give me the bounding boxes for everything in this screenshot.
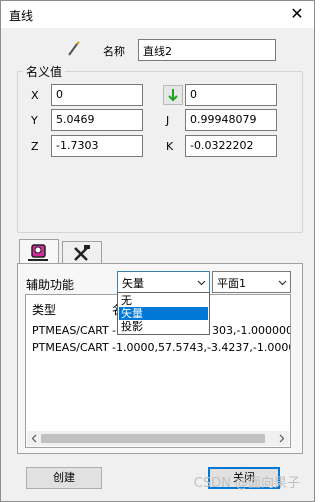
window-title: 直线 — [9, 9, 34, 23]
close-icon[interactable]: ✕ — [288, 5, 306, 23]
aux-label: 辅助功能 — [26, 278, 75, 292]
aux-combo-value: 矢量 — [122, 277, 144, 290]
chevron-down-icon — [197, 280, 206, 286]
pencil-icon[interactable] — [64, 39, 84, 59]
j-field[interactable]: 0.99948079 — [185, 109, 277, 131]
column-header-type: 类型 — [32, 303, 57, 317]
x-label: X — [31, 89, 39, 102]
watermark: CSDN @面向果子 — [193, 476, 300, 491]
dropdown-option-vector[interactable]: 矢量 — [119, 307, 208, 320]
name-label: 名称 — [103, 45, 125, 58]
z-label: Z — [31, 140, 39, 153]
row-value[interactable]: 303,-1.0000000 — [212, 324, 290, 337]
i-field[interactable]: 0 — [185, 84, 277, 106]
dropdown-option-projection[interactable]: 投影 — [119, 320, 208, 333]
horizontal-scrollbar[interactable] — [27, 431, 289, 446]
green-down-arrow-icon[interactable] — [163, 85, 183, 105]
row-value[interactable]: - — [112, 324, 116, 337]
tools-tab-icon — [74, 245, 90, 261]
row-type[interactable]: PTMEAS/CART — [32, 341, 109, 354]
measure-tab-icon — [28, 244, 48, 261]
z-field[interactable]: -1.7303 — [51, 135, 143, 157]
scroll-right-icon[interactable] — [277, 434, 286, 443]
create-button[interactable]: 创建 — [26, 467, 102, 489]
row-value[interactable]: -1.0000,57.5743,-3.4237,-1.0000000 — [112, 341, 290, 354]
scroll-left-icon[interactable] — [30, 434, 39, 443]
chevron-down-icon — [278, 280, 287, 286]
title-bar: 直线 ✕ — [1, 1, 314, 28]
plane-combo[interactable]: 平面1 — [212, 271, 291, 293]
aux-combo[interactable]: 矢量 — [117, 271, 210, 293]
k-field[interactable]: -0.0322202 — [185, 135, 277, 157]
plane-combo-value: 平面1 — [217, 277, 246, 290]
nominal-group-title: 名义值 — [23, 63, 66, 80]
j-label: J — [166, 114, 170, 127]
name-field[interactable]: 直线2 — [138, 39, 276, 61]
dropdown-option-none[interactable]: 无 — [119, 294, 208, 307]
scrollbar-thumb[interactable] — [41, 434, 265, 443]
aux-dropdown-list[interactable]: 无 矢量 投影 — [117, 292, 210, 335]
x-field[interactable]: 0 — [51, 84, 143, 106]
row-type[interactable]: PTMEAS/CART — [32, 324, 109, 337]
k-label: K — [166, 140, 174, 153]
line-dialog-window: 直线 ✕ 名称 直线2 名义值 X 0 0 Y 5.0469 J 0.99948… — [0, 0, 315, 502]
y-field[interactable]: 5.0469 — [51, 109, 143, 131]
y-label: Y — [31, 114, 38, 127]
